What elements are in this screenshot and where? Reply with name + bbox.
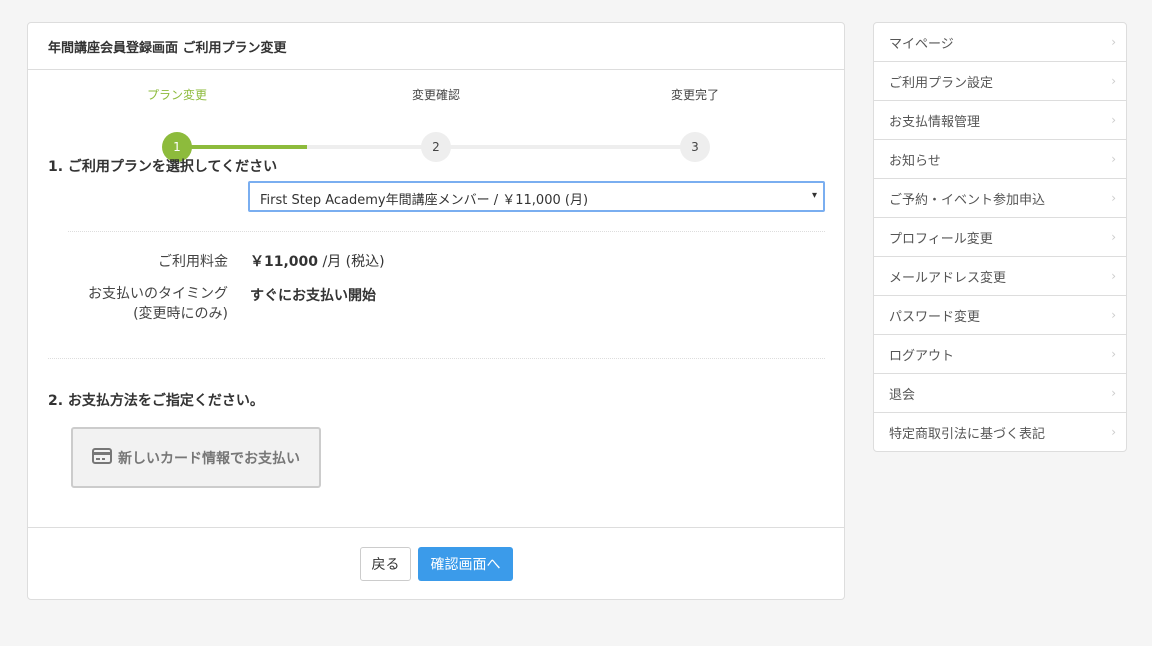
fee-unit: /月 (税込)	[318, 254, 385, 270]
section-1-title: 1. ご利用プランを選択してください	[48, 159, 278, 175]
fee-amount: ￥11,000	[250, 254, 319, 270]
timing-label-line1: お支払いのタイミング	[88, 286, 228, 302]
plan-select[interactable]: First Step Academy年間講座メンバー / ￥11,000 (月)…	[248, 181, 825, 212]
sidebar-item-email[interactable]: メールアドレス変更 ›	[874, 257, 1126, 296]
sidebar-item-label: お知らせ	[889, 154, 941, 169]
timing-label-line2: (変更時にのみ)	[133, 306, 228, 322]
chevron-right-icon: ›	[1111, 269, 1116, 283]
chevron-right-icon: ›	[1111, 191, 1116, 205]
chevron-right-icon: ›	[1111, 230, 1116, 244]
footer-divider	[28, 527, 844, 528]
sidebar-item-plan-settings[interactable]: ご利用プラン設定 ›	[874, 62, 1126, 101]
fee-value: ￥11,000 /月 (税込)	[250, 252, 385, 272]
back-button[interactable]: 戻る	[360, 547, 411, 581]
sidebar-item-mypage[interactable]: マイページ ›	[874, 23, 1126, 62]
sidebar-item-legal[interactable]: 特定商取引法に基づく表記 ›	[874, 413, 1126, 451]
step-1-label: プラン変更	[146, 88, 208, 102]
fee-label: ご利用料金	[158, 254, 228, 270]
new-card-payment-label: 新しいカード情報でお支払い	[118, 450, 300, 467]
sidebar-item-label: ご予約・イベント参加申込	[889, 193, 1046, 208]
step-3-circle: 3	[680, 132, 710, 162]
chevron-down-icon: ▾	[811, 190, 817, 201]
progress-stepper: プラン変更 1 変更確認 2 変更完了 3	[28, 70, 846, 162]
sidebar-item-label: プロフィール変更	[889, 232, 993, 247]
sidebar-item-payment-info[interactable]: お支払情報管理 ›	[874, 101, 1126, 140]
sidebar-item-label: ご利用プラン設定	[889, 76, 994, 91]
chevron-right-icon: ›	[1111, 113, 1116, 127]
sidebar-item-label: パスワード変更	[889, 310, 981, 325]
sidebar-item-label: マイページ	[889, 37, 954, 52]
sidebar-item-label: メールアドレス変更	[889, 271, 1007, 286]
divider	[68, 231, 825, 232]
step-2-circle: 2	[421, 132, 451, 162]
chevron-right-icon: ›	[1111, 152, 1116, 166]
chevron-right-icon: ›	[1111, 74, 1116, 88]
chevron-right-icon: ›	[1111, 386, 1116, 400]
page-title: 年間講座会員登録画面 ご利用プラン変更	[28, 23, 844, 70]
sidebar-item-label: 退会	[889, 388, 916, 403]
sidebar-item-password[interactable]: パスワード変更 ›	[874, 296, 1126, 335]
confirm-button[interactable]: 確認画面へ	[418, 547, 513, 581]
credit-card-icon	[92, 447, 112, 468]
step-3-label: 変更完了	[670, 88, 720, 102]
chevron-right-icon: ›	[1111, 425, 1116, 439]
section-2-title: 2. お支払方法をご指定ください。	[48, 393, 264, 409]
timing-value: すぐにお支払い開始	[250, 286, 376, 306]
divider	[48, 358, 825, 359]
sidebar-item-reservations[interactable]: ご予約・イベント参加申込 ›	[874, 179, 1126, 218]
sidebar-item-label: ログアウト	[889, 349, 955, 364]
sidebar-menu: マイページ › ご利用プラン設定 › お支払情報管理 › お知らせ › ご予約・イベント…	[873, 22, 1127, 452]
plan-change-card: 年間講座会員登録画面 ご利用プラン変更 プラン変更 1 変更確認 2 変更完了 …	[27, 22, 845, 600]
sidebar-item-unsubscribe[interactable]: 退会 ›	[874, 374, 1126, 413]
chevron-right-icon: ›	[1111, 308, 1116, 322]
sidebar-item-label: 特定商取引法に基づく表記	[889, 427, 1046, 442]
chevron-right-icon: ›	[1111, 347, 1116, 361]
sidebar-item-profile[interactable]: プロフィール変更 ›	[874, 218, 1126, 257]
sidebar-item-notifications[interactable]: お知らせ ›	[874, 140, 1126, 179]
step-2-label: 変更確認	[411, 88, 461, 102]
new-card-payment-button[interactable]: 新しいカード情報でお支払い	[71, 427, 321, 488]
sidebar-item-label: お支払情報管理	[889, 115, 981, 130]
step-track-progress	[177, 145, 307, 149]
chevron-right-icon: ›	[1111, 35, 1116, 49]
timing-label: お支払いのタイミング (変更時にのみ)	[88, 284, 228, 324]
timing-value-text: すぐにお支払い開始	[250, 288, 376, 304]
sidebar-item-logout[interactable]: ログアウト ›	[874, 335, 1126, 374]
plan-select-value: First Step Academy年間講座メンバー / ￥11,000 (月)	[260, 193, 589, 208]
